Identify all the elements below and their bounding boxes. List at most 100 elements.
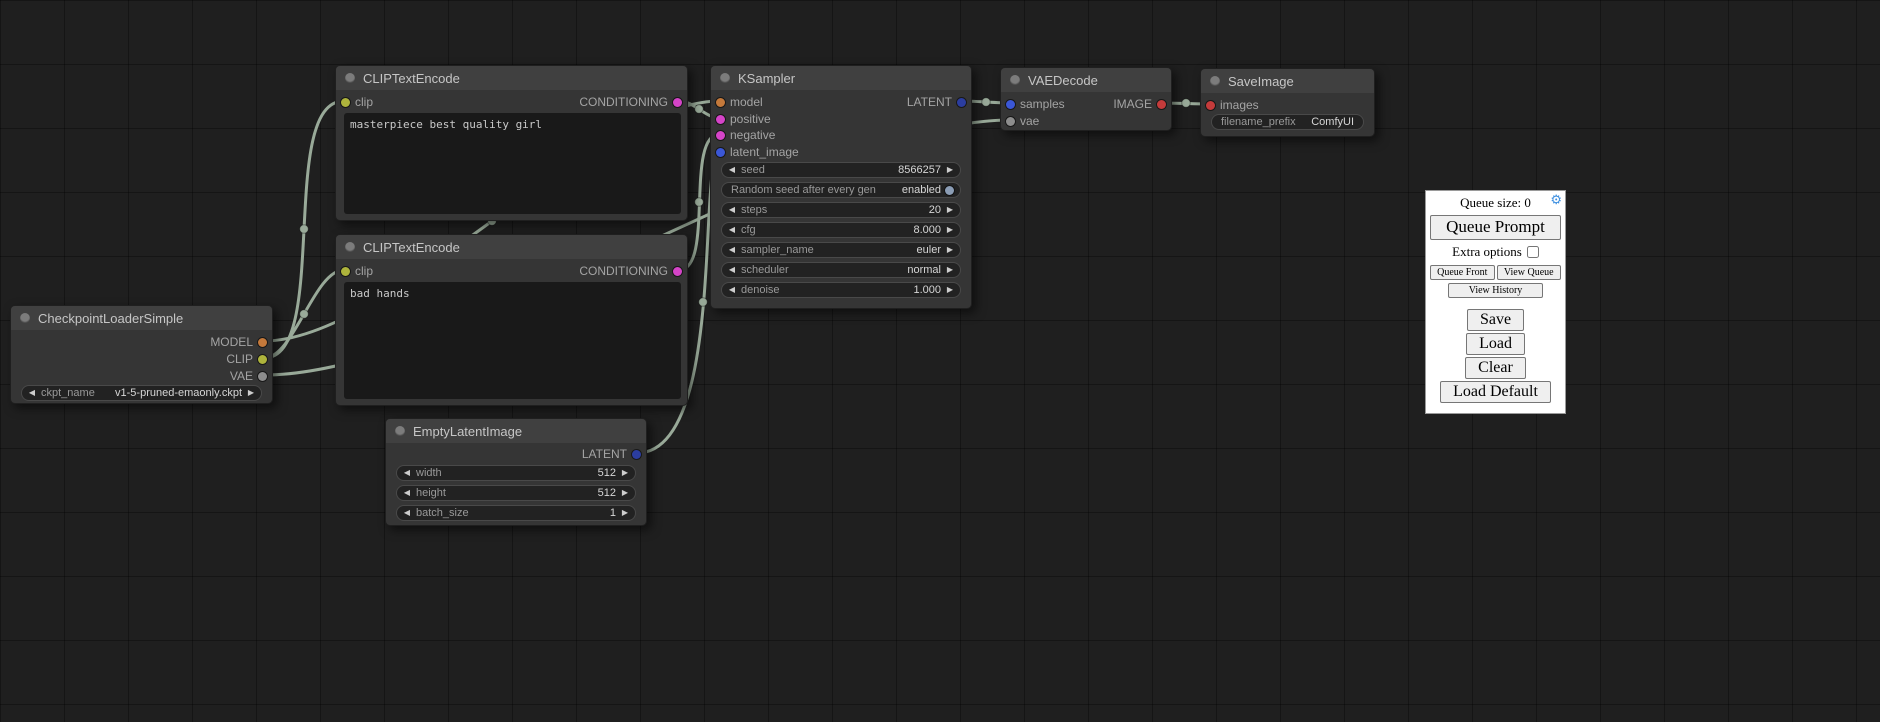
output-slot-dot[interactable] bbox=[258, 355, 267, 364]
prompt-textarea[interactable]: masterpiece best quality girl bbox=[344, 113, 681, 214]
input-slot-model[interactable]: model bbox=[716, 95, 763, 109]
output-slot-dot[interactable] bbox=[957, 98, 966, 107]
input-slot-dot[interactable] bbox=[1206, 101, 1215, 110]
collapse-dot[interactable] bbox=[20, 313, 30, 323]
load-button[interactable]: Load bbox=[1466, 333, 1525, 355]
output-slot-conditioning[interactable]: CONDITIONING bbox=[579, 95, 682, 109]
input-slot-dot[interactable] bbox=[1006, 117, 1015, 126]
increment-arrow-icon[interactable]: ▶ bbox=[945, 206, 955, 214]
decrement-arrow-icon[interactable]: ◀ bbox=[727, 226, 737, 234]
input-slot-negative[interactable]: negative bbox=[716, 128, 775, 142]
load-default-button[interactable]: Load Default bbox=[1440, 381, 1551, 403]
node-title-bar[interactable]: SaveImage bbox=[1201, 69, 1374, 93]
input-slot-vae[interactable]: vae bbox=[1006, 114, 1039, 128]
graph-canvas[interactable]: CheckpointLoaderSimple MODEL CLIP VAE ◀ … bbox=[0, 0, 1880, 722]
increment-arrow-icon[interactable]: ▶ bbox=[246, 389, 256, 397]
output-slot-dot[interactable] bbox=[632, 450, 641, 459]
widget-width[interactable]: ◀ width 512 ▶ bbox=[396, 465, 636, 481]
output-slot-vae[interactable]: VAE bbox=[230, 369, 267, 383]
widget-seed[interactable]: ◀ seed 8566257 ▶ bbox=[721, 162, 961, 178]
input-slot-dot[interactable] bbox=[341, 98, 350, 107]
increment-arrow-icon[interactable]: ▶ bbox=[620, 489, 630, 497]
widget-filename-prefix[interactable]: filename_prefix ComfyUI bbox=[1211, 114, 1364, 130]
widget-random-seed-toggle[interactable]: Random seed after every gen enabled bbox=[721, 182, 961, 198]
queue-prompt-button[interactable]: Queue Prompt bbox=[1430, 215, 1561, 240]
increment-arrow-icon[interactable]: ▶ bbox=[945, 246, 955, 254]
collapse-dot[interactable] bbox=[1210, 76, 1220, 86]
input-slot-clip[interactable]: clip bbox=[341, 264, 373, 278]
output-slot-model[interactable]: MODEL bbox=[210, 335, 267, 349]
input-slot-positive[interactable]: positive bbox=[716, 112, 771, 126]
increment-arrow-icon[interactable]: ▶ bbox=[945, 286, 955, 294]
widget-height[interactable]: ◀ height 512 ▶ bbox=[396, 485, 636, 501]
node-title-bar[interactable]: CheckpointLoaderSimple bbox=[11, 306, 272, 330]
decrement-arrow-icon[interactable]: ◀ bbox=[727, 286, 737, 294]
output-slot-dot[interactable] bbox=[258, 372, 267, 381]
input-slot-clip[interactable]: clip bbox=[341, 95, 373, 109]
widget-scheduler[interactable]: ◀ scheduler normal ▶ bbox=[721, 262, 961, 278]
view-history-button[interactable]: View History bbox=[1448, 283, 1542, 298]
settings-gear-icon[interactable]: ⚙ bbox=[1550, 193, 1562, 206]
node-title-bar[interactable]: EmptyLatentImage bbox=[386, 419, 646, 443]
output-slot-clip[interactable]: CLIP bbox=[226, 352, 267, 366]
output-slot-image[interactable]: IMAGE bbox=[1113, 97, 1166, 111]
widget-cfg[interactable]: ◀ cfg 8.000 ▶ bbox=[721, 222, 961, 238]
output-slot-dot[interactable] bbox=[258, 338, 267, 347]
view-queue-button[interactable]: View Queue bbox=[1497, 265, 1562, 280]
input-slot-latent-image[interactable]: latent_image bbox=[716, 145, 799, 159]
increment-arrow-icon[interactable]: ▶ bbox=[945, 226, 955, 234]
input-slot-dot[interactable] bbox=[716, 131, 725, 140]
output-slot-conditioning[interactable]: CONDITIONING bbox=[579, 264, 682, 278]
node-title-bar[interactable]: KSampler bbox=[711, 66, 971, 90]
output-slot-dot[interactable] bbox=[673, 98, 682, 107]
node-save-image[interactable]: SaveImage images filename_prefix ComfyUI bbox=[1200, 68, 1375, 137]
node-title-bar[interactable]: VAEDecode bbox=[1001, 68, 1171, 92]
decrement-arrow-icon[interactable]: ◀ bbox=[727, 166, 737, 174]
input-slot-dot[interactable] bbox=[341, 267, 350, 276]
output-slot-dot[interactable] bbox=[673, 267, 682, 276]
decrement-arrow-icon[interactable]: ◀ bbox=[727, 266, 737, 274]
input-slot-samples[interactable]: samples bbox=[1006, 97, 1065, 111]
input-slot-images[interactable]: images bbox=[1206, 98, 1259, 112]
output-slot-latent[interactable]: LATENT bbox=[907, 95, 966, 109]
clear-button[interactable]: Clear bbox=[1465, 357, 1526, 379]
output-slot-dot[interactable] bbox=[1157, 100, 1166, 109]
save-button[interactable]: Save bbox=[1467, 309, 1524, 331]
extra-options-checkbox[interactable] bbox=[1527, 246, 1539, 258]
collapse-dot[interactable] bbox=[345, 73, 355, 83]
decrement-arrow-icon[interactable]: ◀ bbox=[402, 469, 412, 477]
increment-arrow-icon[interactable]: ▶ bbox=[945, 166, 955, 174]
collapse-dot[interactable] bbox=[395, 426, 405, 436]
increment-arrow-icon[interactable]: ▶ bbox=[620, 509, 630, 517]
decrement-arrow-icon[interactable]: ◀ bbox=[727, 246, 737, 254]
collapse-dot[interactable] bbox=[1010, 75, 1020, 85]
decrement-arrow-icon[interactable]: ◀ bbox=[402, 509, 412, 517]
decrement-arrow-icon[interactable]: ◀ bbox=[27, 389, 37, 397]
node-title-bar[interactable]: CLIPTextEncode bbox=[336, 235, 687, 259]
collapse-dot[interactable] bbox=[345, 242, 355, 252]
input-slot-dot[interactable] bbox=[716, 148, 725, 157]
node-empty-latent-image[interactable]: EmptyLatentImage LATENT ◀ width 512 ▶ ◀ … bbox=[385, 418, 647, 526]
prompt-textarea[interactable]: bad hands bbox=[344, 282, 681, 399]
collapse-dot[interactable] bbox=[720, 73, 730, 83]
widget-steps[interactable]: ◀ steps 20 ▶ bbox=[721, 202, 961, 218]
input-slot-dot[interactable] bbox=[716, 115, 725, 124]
node-ksampler[interactable]: KSampler model positive negative latent_… bbox=[710, 65, 972, 309]
queue-front-button[interactable]: Queue Front bbox=[1430, 265, 1495, 280]
widget-denoise[interactable]: ◀ denoise 1.000 ▶ bbox=[721, 282, 961, 298]
widget-sampler-name[interactable]: ◀ sampler_name euler ▶ bbox=[721, 242, 961, 258]
decrement-arrow-icon[interactable]: ◀ bbox=[402, 489, 412, 497]
increment-arrow-icon[interactable]: ▶ bbox=[620, 469, 630, 477]
widget-ckpt-name[interactable]: ◀ ckpt_name v1-5-pruned-emaonly.ckpt ▶ bbox=[21, 385, 262, 401]
node-checkpoint-loader-simple[interactable]: CheckpointLoaderSimple MODEL CLIP VAE ◀ … bbox=[10, 305, 273, 404]
input-slot-dot[interactable] bbox=[716, 98, 725, 107]
node-title-bar[interactable]: CLIPTextEncode bbox=[336, 66, 687, 90]
increment-arrow-icon[interactable]: ▶ bbox=[945, 266, 955, 274]
decrement-arrow-icon[interactable]: ◀ bbox=[727, 206, 737, 214]
node-clip-text-encode-negative[interactable]: CLIPTextEncode clip CONDITIONING bad han… bbox=[335, 234, 688, 406]
node-vae-decode[interactable]: VAEDecode samples vae IMAGE bbox=[1000, 67, 1172, 131]
input-slot-dot[interactable] bbox=[1006, 100, 1015, 109]
widget-batch-size[interactable]: ◀ batch_size 1 ▶ bbox=[396, 505, 636, 521]
node-clip-text-encode-positive[interactable]: CLIPTextEncode clip CONDITIONING masterp… bbox=[335, 65, 688, 221]
toggle-on-indicator[interactable] bbox=[945, 186, 954, 195]
